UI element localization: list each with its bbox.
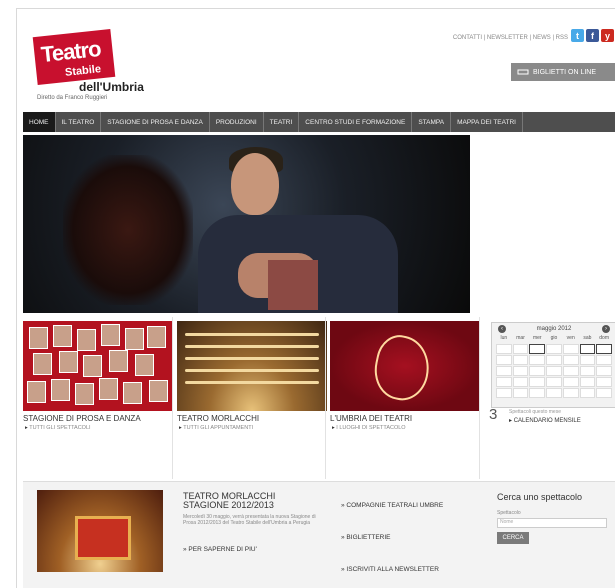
calendar-day[interactable] [529,388,546,398]
calendar-day[interactable] [579,344,596,354]
calendar-month: maggio 2012 [536,326,572,332]
calendar-day[interactable] [596,388,612,398]
bottom-title[interactable]: TEATRO MORLACCHI STAGIONE 2012/2013 [183,492,293,510]
feature-title-morlacchi[interactable]: TEATRO MORLACCHI [177,414,259,423]
event-calendar: ‹ maggio 2012 › lun mar mer gio ven sab … [491,322,615,408]
nav-item-produzioni[interactable]: PRODUZIONI [210,112,264,132]
calendar-day[interactable] [596,377,612,387]
facebook-icon[interactable]: f [586,29,599,42]
bottom-description: Mercoledì 30 maggio, verrà presentata la… [183,514,316,526]
link-compagnie[interactable]: COMPAGNIE TEATRALI UMBRE [341,502,443,509]
feature-title-stagione[interactable]: STAGIONE DI PROSA E DANZA [23,414,141,423]
calendar-day[interactable] [496,366,512,376]
nav-item-centro-studi[interactable]: CENTRO STUDI E FORMAZIONE [299,112,413,132]
social-icons: t f y [571,29,614,42]
nav-item-mappa[interactable]: MAPPA DEI TEATRI [451,112,523,132]
calendar-day[interactable] [579,377,596,387]
calendar-day-text: Spettacoli questo mese [509,409,561,415]
hero-image[interactable] [23,135,470,313]
calendar-day[interactable] [496,344,512,354]
calendar-day[interactable] [512,388,529,398]
calendar-day[interactable] [546,366,562,376]
calendar-day-number: 3 [489,406,498,423]
calendar-grid: lun mar mer gio ven sab dom [492,335,615,398]
search-title: Cerca uno spettacolo [497,492,583,502]
youtube-icon[interactable]: y [601,29,614,42]
monthly-calendar-link[interactable]: CALENDARIO MENSILE [509,417,581,424]
calendar-day[interactable] [512,344,529,354]
calendar-day[interactable] [579,366,596,376]
logo-tagline: Diretto da Franco Ruggieri [37,95,108,101]
calendar-header: ‹ maggio 2012 › [492,323,615,335]
calendar-day[interactable] [529,344,546,354]
nav-item-il-teatro[interactable]: IL TEATRO [56,112,102,132]
calendar-day[interactable] [512,355,529,365]
nav-item-stagione[interactable]: STAGIONE DI PROSA E DANZA [101,112,210,132]
calendar-day[interactable] [562,377,579,387]
link-newsletter[interactable]: ISCRIVITI ALLA NEWSLETTER [341,566,438,573]
feature-image-stagione[interactable] [23,321,173,411]
calendar-day[interactable] [529,377,546,387]
feature-title-umbria[interactable]: L'UMBRIA DEI TEATRI [330,414,412,423]
calendar-day[interactable] [596,344,612,354]
calendar-day[interactable] [562,344,579,354]
morlacchi-image[interactable] [37,490,163,572]
calendar-day[interactable] [529,355,546,365]
feature-link-stagione[interactable]: TUTTI GLI SPETTACOLI [25,425,90,431]
link-biglietterie[interactable]: BIGLIETTERIE [341,534,390,541]
calendar-day[interactable] [496,388,512,398]
calendar-day[interactable] [512,377,529,387]
calendar-day[interactable] [562,388,579,398]
calendar-day[interactable] [562,366,579,376]
calendar-day[interactable] [546,388,562,398]
feature-image-morlacchi[interactable] [177,321,327,411]
umbria-map-shape [368,331,436,405]
search-input[interactable]: Nome [497,518,607,528]
search-label: Spettacolo [497,510,521,516]
bottom-section: TEATRO MORLACCHI STAGIONE 2012/2013 Merc… [23,481,615,588]
page-container: Teatro Stabile dell'Umbria Diretto da Fr… [16,8,615,588]
calendar-prev-icon[interactable]: ‹ [498,325,506,333]
calendar-day[interactable] [579,388,596,398]
logo-line-3: dell'Umbria [79,80,144,94]
feature-link-umbria[interactable]: I LUOGHI DI SPETTACOLO [332,425,405,431]
calendar-day[interactable] [579,355,596,365]
online-tickets-button[interactable]: BIGLIETTI ON LINE [511,63,615,81]
calendar-day[interactable] [529,366,546,376]
nav-item-home[interactable]: HOME [23,112,56,132]
feature-link-morlacchi[interactable]: TUTTI GLI APPUNTAMENTI [179,425,253,431]
main-nav: HOME IL TEATRO STAGIONE DI PROSA E DANZA… [23,112,615,132]
search-button[interactable]: CERCA [497,532,529,544]
twitter-icon[interactable]: t [571,29,584,42]
calendar-day[interactable] [512,366,529,376]
calendar-day[interactable] [596,366,612,376]
nav-item-stampa[interactable]: STAMPA [412,112,452,132]
nav-item-teatri[interactable]: TEATRI [264,112,300,132]
calendar-day[interactable] [596,355,612,365]
site-logo[interactable]: Teatro Stabile dell'Umbria Diretto da Fr… [32,25,147,103]
calendar-day[interactable] [546,344,562,354]
header-top-links[interactable]: CONTATTI | NEWSLETTER | NEWS | RSS [453,35,568,41]
ticket-icon [517,69,529,75]
calendar-day[interactable] [546,355,562,365]
calendar-day[interactable] [496,377,512,387]
calendar-day[interactable] [562,355,579,365]
online-tickets-label: BIGLIETTI ON LINE [533,68,597,76]
calendar-next-icon[interactable]: › [602,325,610,333]
calendar-day[interactable] [546,377,562,387]
calendar-day[interactable] [496,355,512,365]
read-more-link[interactable]: » PER SAPERNE DI PIU' [183,546,257,553]
feature-image-umbria[interactable] [330,321,480,411]
